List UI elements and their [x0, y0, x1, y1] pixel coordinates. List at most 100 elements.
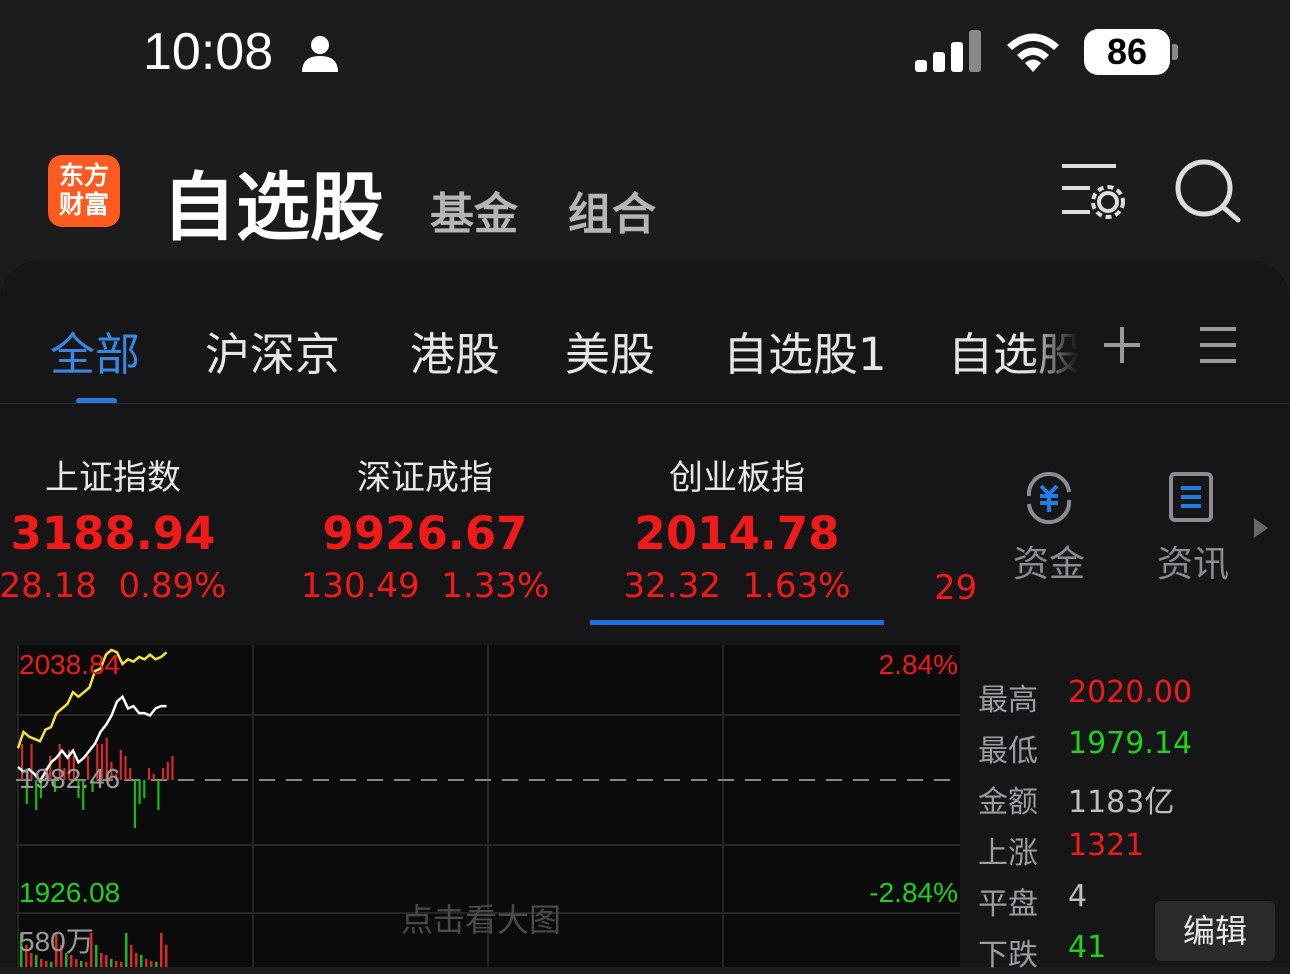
pct: 1.33% — [441, 566, 550, 606]
diff-bar — [152, 774, 155, 780]
index-partial[interactable]: 29 — [934, 568, 977, 608]
index-name: 深证成指 — [357, 458, 493, 498]
volume-bar — [40, 959, 43, 967]
person-icon — [302, 36, 338, 72]
volume-bar — [160, 933, 163, 967]
stat-value: 1979.14 — [1068, 726, 1193, 761]
index-sz[interactable]: 深证成指 9926.67 130.49 1.33% — [280, 450, 570, 606]
menu-icon[interactable] — [1198, 325, 1238, 365]
stat-label: 下跌 — [978, 938, 1038, 973]
stat-value: 1321 — [1068, 828, 1145, 863]
logo-text: 财富 — [58, 190, 109, 219]
volume-bar — [165, 945, 168, 967]
stat-label: 最低 — [978, 734, 1038, 769]
search-icon[interactable] — [1174, 158, 1242, 224]
change: 28.18 — [0, 566, 97, 606]
stat-value: 2020.00 — [1068, 675, 1193, 710]
wifi-icon — [1007, 33, 1059, 72]
y-min-label: 1926.08 — [19, 877, 121, 908]
battery-icon: 86 — [1084, 29, 1170, 75]
prev-close-label: 1982.46 — [19, 763, 121, 794]
tab-all[interactable]: 全部 — [50, 318, 140, 383]
yuan-cycle-icon — [1026, 471, 1072, 525]
stat-value: 41 — [1068, 930, 1107, 965]
volume-bar — [80, 961, 83, 967]
change: 32.32 — [623, 566, 721, 606]
pct: 0.89% — [118, 566, 227, 606]
volume-bar — [115, 961, 118, 967]
document-icon — [1169, 472, 1213, 522]
volume-bar — [95, 945, 98, 967]
volume-bar — [50, 962, 53, 967]
stat-label: 上涨 — [978, 836, 1038, 871]
stat-value: 4 — [1068, 879, 1088, 914]
diff-bar — [143, 780, 146, 798]
tab-hk[interactable]: 港股 — [410, 318, 500, 383]
news-button[interactable]: 资讯 — [1138, 470, 1248, 587]
volume-bar — [150, 961, 153, 967]
app-logo: 东方 财富 — [48, 155, 120, 227]
page-title[interactable]: 自选股 — [162, 148, 384, 255]
volume-bar — [85, 962, 88, 967]
volume-bar — [145, 959, 148, 967]
index-name: 上证指数 — [45, 458, 181, 498]
volume-bar — [130, 945, 133, 967]
funds-label: 资金 — [1012, 544, 1085, 585]
scroll-right-icon[interactable] — [1252, 516, 1270, 540]
stat-label: 金额 — [978, 785, 1038, 820]
volume-bar — [100, 953, 103, 967]
tab-watchlist1[interactable]: 自选股1 — [723, 318, 887, 383]
intraday-chart[interactable]: 2038.84 2.84% 1982.46 1926.08 -2.84% 580… — [16, 645, 960, 967]
volume-bar — [125, 933, 128, 967]
watermark: 点击看大图 — [401, 901, 562, 939]
index-value: 9926.67 — [322, 507, 528, 560]
stat-label: 平盘 — [978, 887, 1038, 922]
pct-min-label: -2.84% — [869, 877, 958, 908]
diff-bar — [138, 780, 141, 804]
volume-bar — [105, 955, 108, 967]
diff-bar — [171, 756, 174, 780]
volume-bar — [120, 962, 123, 967]
add-icon[interactable] — [1102, 325, 1142, 365]
pct-max-label: 2.84% — [878, 649, 958, 680]
index-value: 2014.78 — [634, 507, 840, 560]
selected-index-indicator — [590, 620, 884, 625]
tab-us[interactable]: 美股 — [565, 318, 655, 383]
status-time: 10:08 — [143, 23, 274, 81]
index-change: 32.32 1.63% — [592, 566, 882, 606]
index-value: 3188.94 — [10, 507, 216, 560]
diff-bar — [133, 780, 136, 828]
index-cyb[interactable]: 创业板指 2014.78 32.32 1.63% — [592, 450, 882, 606]
index-change: 130.49 1.33% — [280, 566, 570, 606]
volume-bar — [140, 955, 143, 967]
y-max-label: 2038.84 — [19, 649, 121, 680]
tab-watchlist2[interactable]: 自选股 — [948, 318, 1078, 383]
volume-bar — [155, 962, 158, 967]
stat-label: 最高 — [978, 683, 1038, 718]
pct: 1.63% — [742, 566, 851, 606]
diff-bar — [162, 768, 165, 780]
news-label: 资讯 — [1156, 544, 1229, 585]
stat-value: 1183亿 — [1068, 785, 1175, 820]
diff-bar — [129, 768, 132, 780]
divider — [0, 403, 1290, 404]
funds-button[interactable]: 资金 — [994, 470, 1104, 587]
nav-fund[interactable]: 基金 — [430, 178, 518, 242]
edit-button[interactable]: 编辑 — [1155, 901, 1275, 961]
battery-cap — [1172, 44, 1178, 60]
signal-icon — [915, 30, 981, 72]
diff-bar — [124, 756, 127, 780]
volume-label: 580万 — [19, 926, 94, 957]
index-name: 创业板指 — [669, 458, 805, 498]
diff-bar — [157, 780, 160, 810]
diff-bar — [166, 762, 169, 780]
index-sh[interactable]: 上证指数 3188.94 28.18 0.89% — [0, 450, 258, 606]
volume-bar — [75, 959, 78, 967]
volume-bar — [110, 959, 113, 967]
change: 130.49 — [300, 566, 420, 606]
tab-hs[interactable]: 沪深京 — [205, 318, 340, 383]
nav-portfolio[interactable]: 组合 — [568, 178, 656, 242]
index-change: 28.18 0.89% — [0, 566, 258, 606]
settings-list-icon[interactable] — [1060, 160, 1130, 222]
logo-text: 东方 — [58, 161, 109, 190]
